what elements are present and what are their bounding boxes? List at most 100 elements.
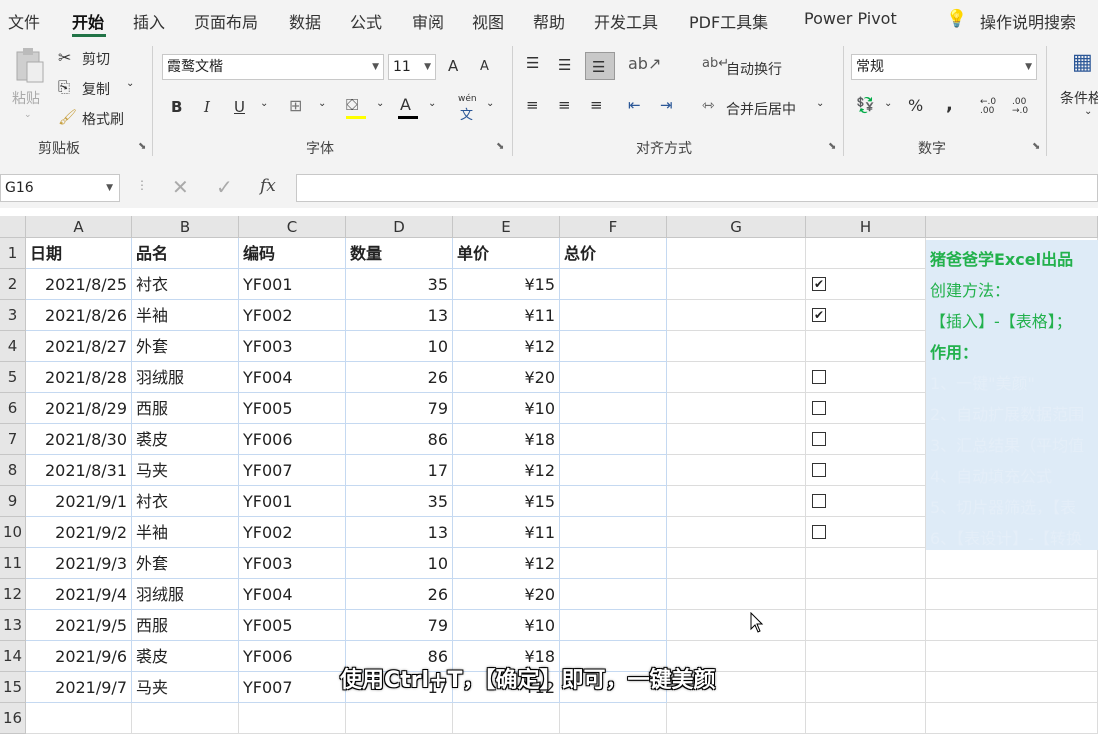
cell-F2[interactable] [560,269,667,300]
cell-C15[interactable]: YF007 [239,672,346,703]
borders-icon[interactable]: ⊞ [289,96,302,115]
cell-A13[interactable]: 2021/9/5 [26,610,132,641]
tab-help[interactable]: 帮助 [533,9,565,33]
cell-G12[interactable] [667,579,806,610]
cell-E10[interactable]: ¥11 [453,517,560,548]
format-painter-button[interactable]: 格式刷 [82,109,124,129]
tab-formulas[interactable]: 公式 [350,9,382,33]
currency-format-icon[interactable]: 💱 [856,96,875,114]
cell-F10[interactable] [560,517,667,548]
tab-pdf-tools[interactable]: PDF工具集 [689,9,768,33]
cell-F16[interactable] [560,703,667,734]
column-header-A[interactable]: A [26,216,132,238]
cell-G1[interactable] [667,238,806,269]
cell-A5[interactable]: 2021/8/28 [26,362,132,393]
decrease-decimal-button[interactable]: .00 →.0 [1012,98,1034,116]
checkbox[interactable]: ✔ [812,308,826,322]
cell-G9[interactable] [667,486,806,517]
cell-H4[interactable] [806,331,926,362]
column-header-B[interactable]: B [132,216,239,238]
cell-C3[interactable]: YF002 [239,300,346,331]
cell-C2[interactable]: YF001 [239,269,346,300]
percent-button[interactable]: % [908,96,923,115]
row-header-11[interactable]: 11 [0,548,26,579]
font-name-select[interactable]: 霞鹜文楷 ▼ [162,54,384,80]
checkbox[interactable] [812,370,826,384]
tab-view[interactable]: 视图 [472,9,504,33]
tell-me-search[interactable]: 操作说明搜索 [980,9,1076,33]
underline-dropdown-icon[interactable]: ⌄ [260,98,268,109]
cell-G16[interactable] [667,703,806,734]
cell-B16[interactable] [132,703,239,734]
tab-power-pivot[interactable]: Power Pivot [804,9,897,28]
cell-H15[interactable] [806,672,926,703]
font-color-button[interactable]: A [400,95,411,114]
increase-decimal-button[interactable]: ←.0 .00 [980,98,1002,116]
cell-D2[interactable]: 35 [346,269,453,300]
cell-G2[interactable] [667,269,806,300]
conditional-dropdown-icon[interactable]: ⌄ [1084,106,1092,117]
cell-E8[interactable]: ¥12 [453,455,560,486]
enter-icon[interactable]: ✓ [216,175,233,199]
cell-B10[interactable]: 半袖 [132,517,239,548]
cell-D13[interactable]: 79 [346,610,453,641]
cell-A7[interactable]: 2021/8/30 [26,424,132,455]
row-header-7[interactable]: 7 [0,424,26,455]
cell-G5[interactable] [667,362,806,393]
cell-F13[interactable] [560,610,667,641]
align-middle-icon[interactable]: ☰ [558,56,571,74]
row-header-12[interactable]: 12 [0,579,26,610]
fill-color-icon[interactable]: ⛋ [346,95,358,115]
cell-D9[interactable]: 35 [346,486,453,517]
cell-A2[interactable]: 2021/8/25 [26,269,132,300]
name-box[interactable]: G16 ▼ [0,174,120,202]
tab-insert[interactable]: 插入 [133,9,165,33]
phonetic-dropdown-icon[interactable]: ⌄ [486,98,494,109]
column-header-extra[interactable] [926,216,1098,238]
select-all-corner[interactable] [0,216,26,238]
cell-I16[interactable] [926,703,1098,734]
cell-A16[interactable] [26,703,132,734]
font-color-dropdown-icon[interactable]: ⌄ [428,98,436,109]
cell-D16[interactable] [346,703,453,734]
cell-C16[interactable] [239,703,346,734]
merge-dropdown-icon[interactable]: ⌄ [816,98,824,109]
column-header-C[interactable]: C [239,216,346,238]
cell-C5[interactable]: YF004 [239,362,346,393]
column-header-D[interactable]: D [346,216,453,238]
cell-A15[interactable]: 2021/9/7 [26,672,132,703]
cell-E1[interactable]: 单价 [453,238,560,269]
cell-H16[interactable] [806,703,926,734]
formula-input[interactable] [296,174,1098,202]
cell-C6[interactable]: YF005 [239,393,346,424]
paste-icon[interactable] [12,46,46,86]
cell-A10[interactable]: 2021/9/2 [26,517,132,548]
cell-F6[interactable] [560,393,667,424]
cell-B11[interactable]: 外套 [132,548,239,579]
cell-B7[interactable]: 裘皮 [132,424,239,455]
align-right-icon[interactable]: ≡ [590,96,603,114]
cell-D11[interactable]: 10 [346,548,453,579]
phonetic-guide-button[interactable]: wén [458,94,477,104]
cell-G11[interactable] [667,548,806,579]
cell-E7[interactable]: ¥18 [453,424,560,455]
cell-D6[interactable]: 79 [346,393,453,424]
cell-I14[interactable] [926,641,1098,672]
cell-B8[interactable]: 马夹 [132,455,239,486]
cell-E6[interactable]: ¥10 [453,393,560,424]
cell-E4[interactable]: ¥12 [453,331,560,362]
cell-B4[interactable]: 外套 [132,331,239,362]
row-header-4[interactable]: 4 [0,331,26,362]
cell-B3[interactable]: 半袖 [132,300,239,331]
column-header-E[interactable]: E [453,216,560,238]
row-header-8[interactable]: 8 [0,455,26,486]
cell-H1[interactable] [806,238,926,269]
cell-H13[interactable] [806,610,926,641]
cell-E13[interactable]: ¥10 [453,610,560,641]
copy-button[interactable]: 复制 [82,79,110,99]
cell-A3[interactable]: 2021/8/26 [26,300,132,331]
checkbox[interactable]: ✔ [812,277,826,291]
cell-D5[interactable]: 26 [346,362,453,393]
cell-E11[interactable]: ¥12 [453,548,560,579]
cell-F1[interactable]: 总价 [560,238,667,269]
